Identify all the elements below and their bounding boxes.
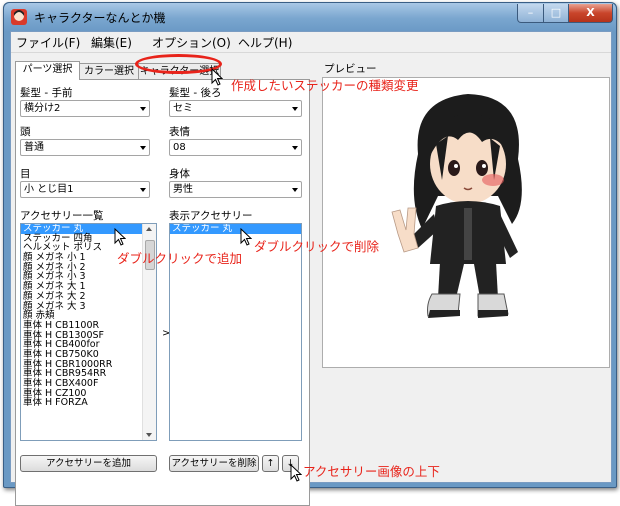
eyes-select[interactable]: 小 とじ目1: [20, 181, 150, 198]
chevron-down-icon: [140, 107, 146, 111]
expression-label: 表情: [169, 126, 190, 138]
hair-back-select[interactable]: セミ: [169, 100, 302, 117]
client-area: ファイル(F) 編集(E) オプション(O) ヘルプ(H) パーツ選択 カラー選…: [10, 31, 612, 506]
remove-accessory-button[interactable]: アクセサリーを削除: [169, 455, 259, 472]
body-select[interactable]: 男性: [169, 181, 302, 198]
menu-edit[interactable]: 編集(E): [91, 34, 132, 51]
body-label: 身体: [169, 168, 190, 180]
hair-back-label: 髪型 - 後ろ: [169, 87, 222, 99]
mouse-cursor-icon: [114, 228, 126, 246]
window-title: キャラクターなんとか機: [34, 11, 166, 25]
title-bar[interactable]: キャラクターなんとか機 – □ X: [4, 3, 616, 31]
chevron-down-icon: [292, 146, 298, 150]
tab-parts[interactable]: パーツ選択: [15, 61, 80, 80]
list-item[interactable]: ステッカー 丸: [170, 224, 301, 234]
annotation-reorder: アクセサリー画像の上下: [303, 464, 440, 479]
chevron-down-icon: [292, 107, 298, 111]
menu-file[interactable]: ファイル(F): [16, 34, 80, 51]
head-select[interactable]: 普通: [20, 139, 150, 156]
menu-options[interactable]: オプション(O): [152, 34, 231, 51]
accessory-list-label: アクセサリー一覧: [20, 210, 104, 222]
app-icon: [11, 9, 27, 25]
chevron-down-icon: [140, 146, 146, 150]
move-up-button[interactable]: ↑: [262, 455, 279, 472]
close-button[interactable]: X: [568, 4, 613, 23]
chevron-down-icon: [292, 188, 298, 192]
menu-help[interactable]: ヘルプ(H): [238, 34, 292, 51]
hair-front-select[interactable]: 横分け2: [20, 100, 150, 117]
annotation-sticker-type: 作成したいステッカーの種類変更: [231, 78, 419, 93]
hair-front-label: 髪型 - 手前: [20, 87, 73, 99]
parts-panel: 髪型 - 手前 横分け2 髪型 - 後ろ セミ 頭 普通 表情 08 目 小 と…: [15, 79, 310, 506]
minimize-button[interactable]: –: [517, 4, 544, 23]
annotation-double-click-add: ダブルクリックで追加: [117, 251, 243, 266]
preview-label: プレビュー: [324, 63, 377, 75]
mouse-cursor-icon: [211, 68, 223, 86]
mouse-cursor-icon: [240, 228, 252, 246]
chevron-down-icon: [140, 188, 146, 192]
head-label: 頭: [20, 126, 31, 138]
highlight-ring: [135, 54, 222, 74]
scroll-down-icon[interactable]: [146, 433, 152, 437]
character-preview-image: [391, 94, 522, 318]
eyes-label: 目: [20, 168, 31, 180]
menu-bar: ファイル(F) 編集(E) オプション(O) ヘルプ(H): [11, 32, 611, 53]
tab-color[interactable]: カラー選択: [79, 63, 139, 80]
expression-select[interactable]: 08: [169, 139, 302, 156]
display-accessories-label: 表示アクセサリー: [169, 210, 253, 222]
mouse-cursor-icon: [290, 464, 302, 482]
maximize-button[interactable]: □: [543, 4, 569, 23]
scroll-up-icon[interactable]: [146, 227, 152, 231]
annotation-double-click-remove: ダブルクリックで削除: [254, 239, 380, 254]
preview-panel: [322, 77, 610, 368]
list-item[interactable]: 車体 H FORZA: [21, 398, 156, 408]
add-accessory-button[interactable]: アクセサリーを追加: [20, 455, 157, 472]
